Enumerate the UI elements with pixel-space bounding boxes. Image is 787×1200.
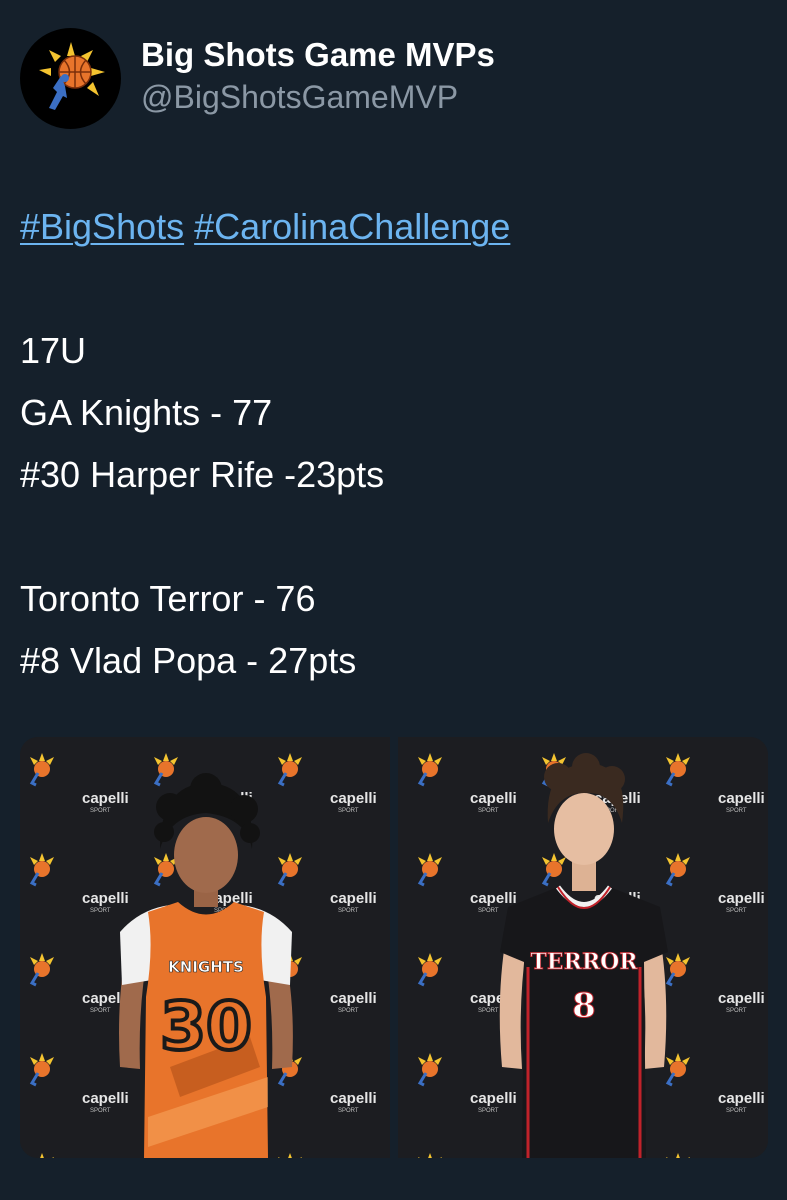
player-photo-knights: capelli SPORT KNIGHTS 30 [20,737,390,1158]
tweet-text: #BigShots #CarolinaChallenge 17U GA Knig… [20,196,760,692]
photo-player-harper-rife[interactable]: capelli SPORT KNIGHTS 30 [20,737,390,1158]
media-grid: capelli SPORT KNIGHTS 30 [20,737,768,1158]
tweet-card: Big Shots Game MVPs @BigShotsGameMVP #Bi… [0,0,787,1200]
jersey-team-text: TERROR [530,949,638,975]
photo-player-vlad-popa[interactable]: capelli SPORT TERROR 8 [398,737,768,1158]
author-display-name[interactable]: Big Shots Game MVPs [141,33,495,77]
jersey-team-text: KNIGHTS [168,958,244,976]
tweet-header: Big Shots Game MVPs @BigShotsGameMVP [20,27,495,129]
author-handle[interactable]: @BigShotsGameMVP [141,77,495,117]
jersey-number-text: 8 [572,986,596,1026]
tweet-line-team1-score: GA Knights - 77 [20,392,273,433]
author-names: Big Shots Game MVPs @BigShotsGameMVP [141,33,495,117]
tweet-line-team2-score: Toronto Terror - 76 [20,578,316,619]
hashtag-carolinachallenge[interactable]: #CarolinaChallenge [194,206,510,247]
tweet-line-division: 17U [20,330,87,371]
avatar[interactable] [20,27,121,129]
tweet-line-team1-mvp: #30 Harper Rife -23pts [20,454,385,495]
player-photo-terror: capelli SPORT TERROR 8 [398,737,768,1158]
tweet-line-team2-mvp: #8 Vlad Popa - 27pts [20,640,357,681]
jersey-number-text: 30 [160,988,252,1065]
hashtag-line: #BigShots #CarolinaChallenge [20,196,760,258]
basketball-sun-logo-icon [38,42,105,110]
hashtag-bigshots[interactable]: #BigShots [20,206,184,247]
